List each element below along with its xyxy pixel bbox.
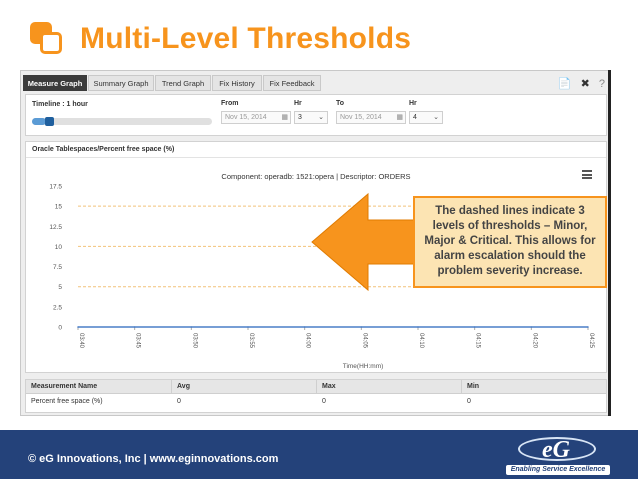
x-tick-label: 03:45 xyxy=(135,333,141,349)
y-tick-label: 12.5 xyxy=(49,224,62,231)
col-avg: Avg xyxy=(172,380,317,394)
slide-logo-icon xyxy=(30,22,64,56)
y-tick-label: 2.5 xyxy=(53,304,62,311)
toolbar-icons: 📄 ✖ ? xyxy=(552,77,605,90)
x-tick-label: 04:00 xyxy=(305,333,311,349)
chevron-down-icon: ⌄ xyxy=(433,114,439,121)
from-date-field[interactable]: Nov 15, 2014 ▦ xyxy=(221,111,291,124)
y-tick-label: 7.5 xyxy=(53,264,62,271)
cell-avg: 0 xyxy=(177,398,181,405)
to-label: To xyxy=(336,100,345,107)
y-tick-label: 10 xyxy=(55,244,63,251)
data-point xyxy=(360,326,363,328)
table-row: Percent free space (%) 0 0 0 xyxy=(26,395,606,409)
data-point xyxy=(417,326,419,328)
slide-footer: © eG Innovations, Inc | www.eginnovation… xyxy=(0,430,638,479)
x-tick-label: 03:55 xyxy=(248,333,254,349)
col-min: Min xyxy=(467,383,480,390)
col-measurement-name: Measurement Name xyxy=(26,380,172,394)
tab-measure-graph[interactable]: Measure Graph xyxy=(23,75,87,91)
from-date-value: Nov 15, 2014 xyxy=(225,114,267,121)
y-tick-label: 15 xyxy=(55,204,63,211)
hr-to-value: 4 xyxy=(413,114,417,121)
tab-fix-history[interactable]: Fix History xyxy=(212,75,262,91)
eg-logo: eG Enabling Service Excellence xyxy=(500,433,612,477)
eg-logo-tagline: Enabling Service Excellence xyxy=(506,465,610,475)
cell-min: 0 xyxy=(467,398,471,405)
data-point xyxy=(190,326,193,328)
timeline-label: Timeline : 1 hour xyxy=(32,101,88,108)
y-tick-label: 17.5 xyxy=(49,184,62,191)
table-header: Measurement Name Avg Max Min xyxy=(26,380,606,394)
x-tick-label: 04:05 xyxy=(361,333,367,349)
x-tick-label: 04:20 xyxy=(531,333,537,349)
data-point xyxy=(77,326,79,328)
document-icon[interactable]: 📄 xyxy=(558,78,572,90)
col-max: Max xyxy=(317,380,462,394)
x-tick-label: 04:10 xyxy=(418,333,424,349)
callout-arrow xyxy=(311,192,415,292)
eg-logo-text: eG xyxy=(542,437,570,463)
hr-from-label: Hr xyxy=(294,100,302,107)
x-tick-label: 03:40 xyxy=(78,333,84,349)
data-point xyxy=(530,326,533,328)
cell-max: 0 xyxy=(322,398,326,405)
hr-to-select[interactable]: 4 ⌄ xyxy=(409,111,443,124)
timeline-slider[interactable] xyxy=(32,117,212,126)
tab-summary-graph[interactable]: Summary Graph xyxy=(88,75,154,91)
measurement-table: Measurement Name Avg Max Min Percent fre… xyxy=(25,379,607,413)
hr-from-select[interactable]: 3 ⌄ xyxy=(294,111,328,124)
calendar-icon[interactable]: ▦ xyxy=(396,112,403,123)
tab-fix-feedback[interactable]: Fix Feedback xyxy=(263,75,321,91)
footer-text: © eG Innovations, Inc | www.eginnovation… xyxy=(28,453,279,465)
data-point xyxy=(587,326,589,328)
hr-from-value: 3 xyxy=(298,114,302,121)
from-label: From xyxy=(221,100,239,107)
timeline-controls: Timeline : 1 hour From Nov 15, 2014 ▦ Hr… xyxy=(25,94,607,136)
data-point xyxy=(473,326,476,328)
to-date-field[interactable]: Nov 15, 2014 ▦ xyxy=(336,111,406,124)
slide-title: Multi-Level Thresholds xyxy=(80,22,412,55)
slider-handle[interactable] xyxy=(45,117,55,126)
x-tick-label: 03:50 xyxy=(191,333,197,349)
x-axis-title: Time(HH:mm) xyxy=(343,363,384,370)
to-date-value: Nov 15, 2014 xyxy=(340,114,382,121)
data-point xyxy=(247,326,249,328)
y-tick-label: 0 xyxy=(58,325,62,332)
chevron-down-icon: ⌄ xyxy=(318,114,324,121)
calendar-icon[interactable]: ▦ xyxy=(281,112,288,123)
hr-to-label: Hr xyxy=(409,100,417,107)
callout-box: The dashed lines indicate 3 levels of th… xyxy=(413,196,607,288)
tab-bar: Measure Graph Summary Graph Trend Graph … xyxy=(21,75,611,91)
help-icon[interactable]: ? xyxy=(599,78,605,90)
x-tick-label: 04:15 xyxy=(475,333,481,349)
data-point xyxy=(133,326,136,328)
x-tick-label: 04:25 xyxy=(588,333,594,349)
tab-trend-graph[interactable]: Trend Graph xyxy=(155,75,211,91)
cell-measurement-name: Percent free space (%) xyxy=(31,398,103,405)
y-tick-label: 5 xyxy=(58,284,62,291)
data-point xyxy=(303,326,306,328)
tools-icon[interactable]: ✖ xyxy=(581,78,590,90)
